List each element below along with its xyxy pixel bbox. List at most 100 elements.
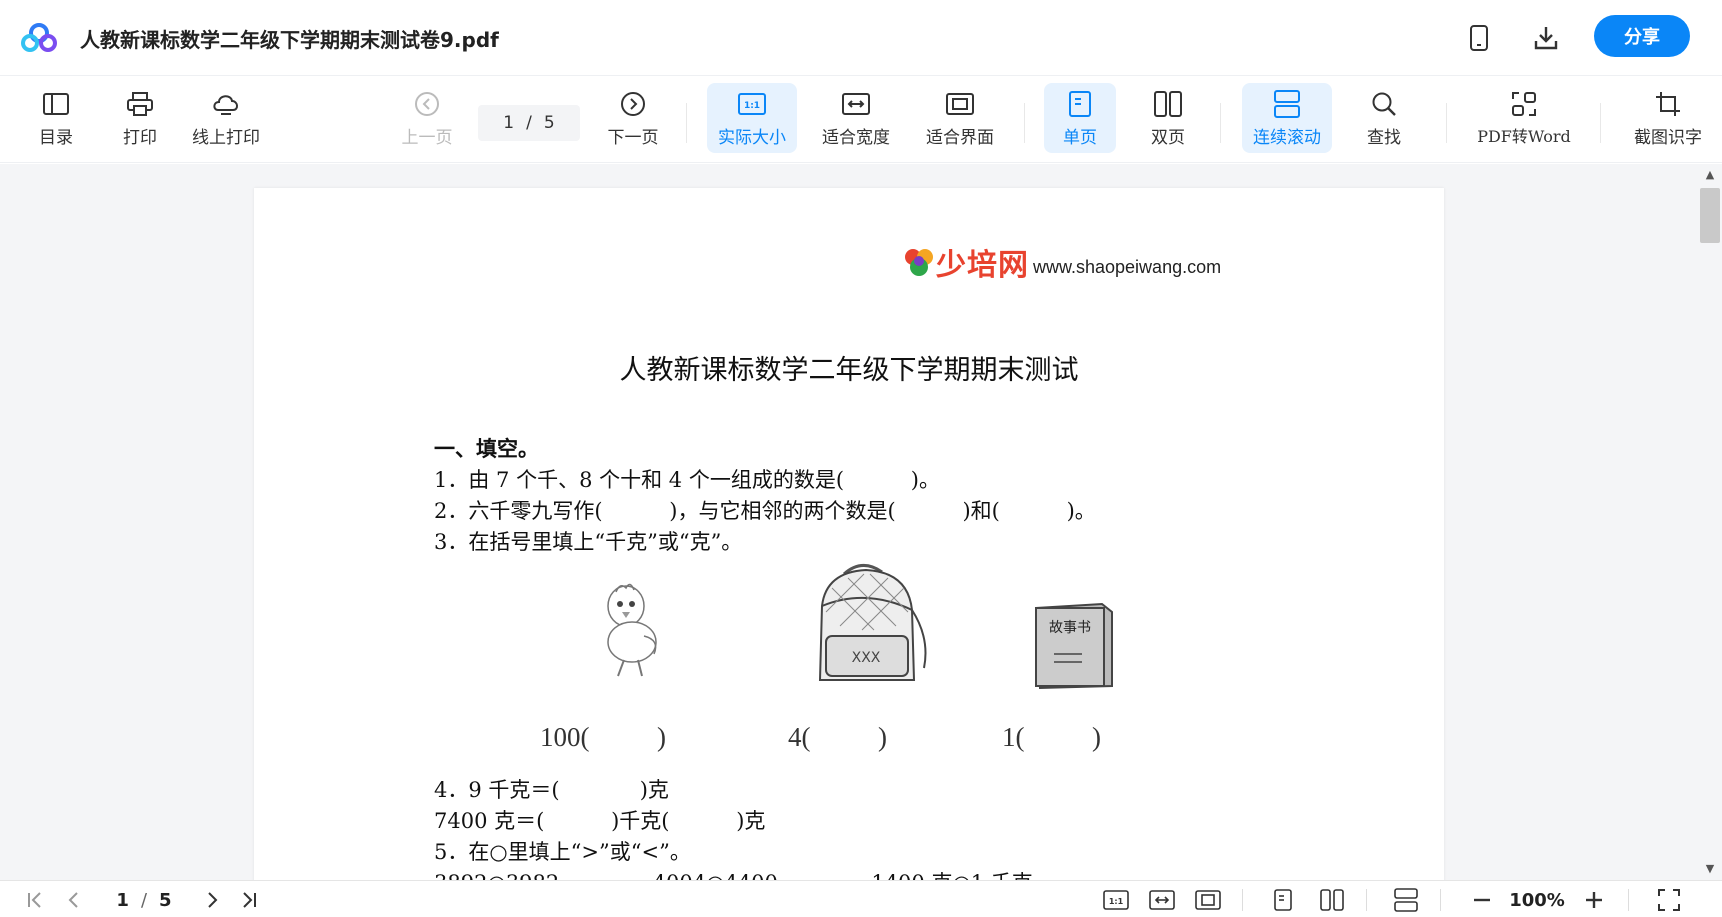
continuous-scroll-label: 连续滚动 bbox=[1253, 127, 1321, 148]
toc-label: 目录 bbox=[39, 127, 73, 148]
brand-name: 少培网 bbox=[936, 248, 1029, 283]
double-page-icon bbox=[1153, 89, 1183, 119]
continuous-scroll-button[interactable]: 连续滚动 bbox=[1242, 83, 1332, 153]
question-1: 1．由 7 个千、8 个十和 4 个一组成的数是( )。 bbox=[434, 468, 940, 492]
section-title: 一、填空。 bbox=[434, 436, 539, 461]
printer-icon bbox=[125, 89, 155, 119]
brand-logo: 少培网 www.shaopeiwang.com bbox=[902, 240, 1221, 284]
status-actual-size-icon[interactable]: 1:1 bbox=[1102, 887, 1130, 913]
fullscreen-icon[interactable] bbox=[1656, 887, 1682, 913]
search-icon bbox=[1369, 89, 1399, 119]
zoom-in-icon[interactable] bbox=[1582, 887, 1606, 913]
prev-page-icon[interactable] bbox=[62, 887, 84, 913]
status-page-current: 1 bbox=[116, 889, 129, 911]
book-weight-label: 1( ) bbox=[1002, 722, 1101, 752]
find-label: 查找 bbox=[1367, 127, 1401, 148]
document-title: 人教新课标数学二年级下学期期末测试卷9.pdf bbox=[80, 28, 499, 52]
next-page-icon[interactable] bbox=[202, 887, 224, 913]
first-page-icon[interactable] bbox=[24, 887, 48, 913]
toolbar-divider bbox=[1024, 103, 1025, 143]
next-page-label: 下一页 bbox=[607, 127, 659, 148]
fit-width-icon bbox=[841, 89, 871, 119]
ocr-label: 截图识字 bbox=[1634, 127, 1702, 148]
pdf-to-word-label: PDF转Word bbox=[1477, 127, 1571, 146]
status-continuous-scroll-icon[interactable] bbox=[1392, 887, 1420, 913]
question-4b: 7400 克＝( )千克( )克 bbox=[434, 809, 766, 833]
pdf-to-word-button[interactable]: PDF转Word bbox=[1472, 83, 1576, 153]
status-page-indicator[interactable]: 1 / 5 bbox=[104, 887, 184, 913]
status-fit-width-icon[interactable] bbox=[1148, 887, 1176, 913]
toolbar: 目录 打印 线上打印 上一页 1 / 5 下一页 1:1 实际大小 适合宽度 适… bbox=[0, 77, 1722, 163]
status-divider bbox=[1628, 889, 1629, 911]
status-page-separator: / bbox=[140, 889, 148, 911]
document-viewport[interactable]: 少培网 www.shaopeiwang.com 人教新课标数学二年级下学期期末测… bbox=[0, 164, 1722, 880]
online-print-button[interactable]: 线上打印 bbox=[188, 83, 264, 153]
page-separator: / bbox=[526, 113, 532, 133]
question-5: 5．在○里填上“>”或“<”。 bbox=[434, 840, 691, 864]
toc-button[interactable]: 目录 bbox=[30, 83, 82, 153]
toolbar-divider bbox=[686, 103, 687, 143]
status-actual-size-icon-text: 1:1 bbox=[1109, 897, 1124, 906]
question-4a: 4．9 千克＝( )克 bbox=[434, 778, 669, 802]
next-page-button[interactable]: 下一页 bbox=[602, 83, 664, 153]
fit-page-icon bbox=[945, 89, 975, 119]
print-label: 打印 bbox=[123, 127, 157, 148]
actual-size-label: 实际大小 bbox=[718, 127, 786, 148]
book-title-text: 故事书 bbox=[1049, 620, 1091, 636]
toolbar-divider bbox=[1220, 103, 1221, 143]
ocr-screenshot-button[interactable]: 截图识字 bbox=[1628, 83, 1708, 153]
chick-picture bbox=[607, 583, 657, 677]
scroll-down-arrow-icon[interactable]: ▼ bbox=[1703, 862, 1717, 876]
page-current: 1 bbox=[503, 113, 515, 133]
find-button[interactable]: 查找 bbox=[1348, 83, 1420, 153]
zoom-level[interactable]: 100% bbox=[1504, 887, 1570, 913]
print-button[interactable]: 打印 bbox=[114, 83, 166, 153]
convert-icon bbox=[1509, 89, 1539, 119]
bag-weight-label: 4( ) bbox=[788, 722, 887, 752]
zoom-level-text: 100% bbox=[1509, 889, 1565, 911]
double-page-button[interactable]: 双页 bbox=[1132, 83, 1204, 153]
actual-size-button[interactable]: 1:1 实际大小 bbox=[707, 83, 797, 153]
online-print-label: 线上打印 bbox=[192, 127, 260, 148]
single-page-button[interactable]: 单页 bbox=[1044, 83, 1116, 153]
question-5-row: 3892○3982 4004○4400 1400 克○1 千克 bbox=[434, 867, 1033, 880]
actual-size-icon: 1:1 bbox=[737, 89, 767, 119]
chevron-right-circle-icon bbox=[618, 89, 648, 119]
page-total: 5 bbox=[543, 113, 555, 133]
download-icon[interactable] bbox=[1530, 22, 1562, 54]
storybook-picture: 故事书 bbox=[1034, 602, 1113, 690]
status-single-page-icon[interactable] bbox=[1272, 887, 1294, 913]
status-double-page-icon[interactable] bbox=[1318, 887, 1346, 913]
scrollbar-thumb[interactable] bbox=[1700, 188, 1720, 243]
last-page-icon[interactable] bbox=[236, 887, 260, 913]
chevron-left-circle-icon bbox=[412, 89, 442, 119]
cloud-print-icon bbox=[211, 89, 241, 119]
sidebar-icon bbox=[41, 89, 71, 119]
fit-page-button[interactable]: 适合界面 bbox=[918, 83, 1002, 153]
status-fit-page-icon[interactable] bbox=[1194, 887, 1222, 913]
page-number-input[interactable]: 1 / 5 bbox=[478, 105, 580, 141]
continuous-scroll-icon bbox=[1272, 89, 1302, 119]
brand-url: www.shaopeiwang.com bbox=[1033, 256, 1222, 277]
actual-size-icon-text: 1:1 bbox=[744, 101, 760, 111]
status-page-total: 5 bbox=[159, 889, 172, 911]
crop-icon bbox=[1653, 89, 1683, 119]
toolbar-divider bbox=[1600, 103, 1601, 143]
baidu-netdisk-logo-icon bbox=[21, 23, 57, 52]
pdf-viewer-app: 人教新课标数学二年级下学期期末测试卷9.pdf 分享 目录 打印 线上打印 上一… bbox=[0, 0, 1722, 917]
share-button[interactable]: 分享 bbox=[1594, 15, 1690, 57]
prev-page-button[interactable]: 上一页 bbox=[396, 83, 458, 153]
mobile-icon[interactable] bbox=[1463, 22, 1495, 54]
toolbar-divider bbox=[1446, 103, 1447, 143]
page-heading: 人教新课标数学二年级下学期期末测试 bbox=[619, 355, 1079, 386]
question-2: 2．六千零九写作( )，与它相邻的两个数是( )和( )。 bbox=[434, 499, 1096, 523]
single-page-label: 单页 bbox=[1063, 127, 1097, 148]
fit-width-button[interactable]: 适合宽度 bbox=[814, 83, 898, 153]
question-3: 3．在括号里填上“千克”或“克”。 bbox=[434, 530, 743, 554]
status-divider bbox=[1440, 889, 1441, 911]
bag-text: XXX bbox=[852, 650, 881, 666]
flower-logo-icon bbox=[905, 249, 933, 276]
scroll-up-arrow-icon[interactable]: ▲ bbox=[1703, 168, 1717, 182]
vertical-scrollbar[interactable] bbox=[1698, 164, 1722, 880]
zoom-out-icon[interactable] bbox=[1470, 887, 1494, 913]
